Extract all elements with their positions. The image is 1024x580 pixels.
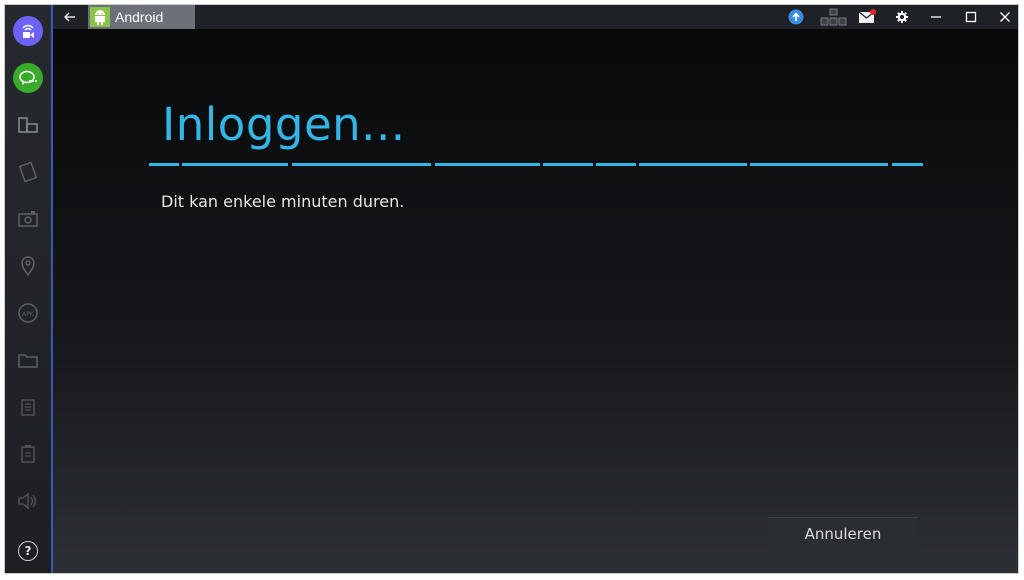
sidebar-item-apk[interactable]: APK [12, 297, 44, 329]
keyboard-icon [820, 8, 847, 26]
sidebar-item-camera[interactable] [12, 203, 44, 235]
progress-segment [892, 163, 923, 166]
android-logo-icon [90, 7, 110, 27]
apk-icon: APK [18, 303, 38, 323]
upload-icon [788, 9, 804, 25]
location-pin-icon [21, 256, 35, 277]
close-button[interactable] [994, 7, 1016, 27]
camera-icon [18, 211, 38, 227]
sidebar-item-volume[interactable] [12, 485, 44, 517]
mail-notification-button[interactable] [856, 7, 878, 27]
shake-icon [18, 161, 38, 183]
settings-button[interactable] [891, 7, 913, 27]
upload-button[interactable] [785, 7, 807, 27]
sidebar-item-rotate[interactable] [12, 109, 44, 141]
progress-bar [149, 163, 923, 166]
folder-icon [18, 354, 38, 368]
close-icon [1000, 12, 1010, 22]
tab-android-label: Android [115, 9, 164, 25]
progress-segment [435, 163, 540, 166]
video-cam-icon [13, 16, 43, 46]
paste-icon [21, 445, 35, 463]
title-bar: Android [53, 5, 1018, 29]
svg-text:APK: APK [22, 311, 35, 318]
sidebar-item-video-cam[interactable] [12, 15, 44, 47]
progress-segment [182, 163, 288, 166]
sidebar-item-shake[interactable] [12, 156, 44, 188]
maximize-button[interactable] [960, 7, 982, 27]
cancel-button[interactable]: Annuleren [768, 517, 918, 549]
rotate-screen-icon [18, 117, 38, 133]
login-subtitle: Dit kan enkele minuten duren. [161, 192, 405, 211]
sidebar-item-help[interactable]: ? [12, 535, 44, 567]
mail-notification-icon [858, 9, 876, 23]
sidebar-item-chat[interactable] [12, 62, 44, 94]
volume-icon [18, 492, 37, 510]
minimize-icon [931, 16, 941, 18]
keyboard-button[interactable] [819, 7, 849, 27]
sidebar-item-copy[interactable] [12, 391, 44, 423]
progress-segment [596, 163, 636, 166]
page-title: Inloggen... [162, 98, 406, 151]
help-icon: ? [18, 541, 38, 561]
tab-android[interactable]: Android [88, 5, 195, 29]
settings-icon [896, 11, 908, 23]
minimize-button[interactable] [925, 7, 947, 27]
emulator-window: APK ? Android Inloggen... Dit kan enkele… [4, 4, 1019, 574]
progress-segment [292, 163, 431, 166]
back-icon [64, 12, 75, 22]
sidebar: APK ? [5, 5, 53, 573]
sidebar-item-paste[interactable] [12, 438, 44, 470]
copy-icon [21, 399, 35, 416]
progress-segment [543, 163, 593, 166]
maximize-icon [965, 11, 977, 23]
chat-icon [13, 63, 43, 93]
back-button[interactable] [61, 8, 79, 26]
progress-segment [149, 163, 179, 166]
sidebar-item-folder[interactable] [12, 344, 44, 376]
progress-segment [639, 163, 747, 166]
android-screen: Inloggen... Dit kan enkele minuten duren… [53, 29, 1018, 573]
sidebar-item-location[interactable] [12, 250, 44, 282]
progress-segment [750, 163, 888, 166]
